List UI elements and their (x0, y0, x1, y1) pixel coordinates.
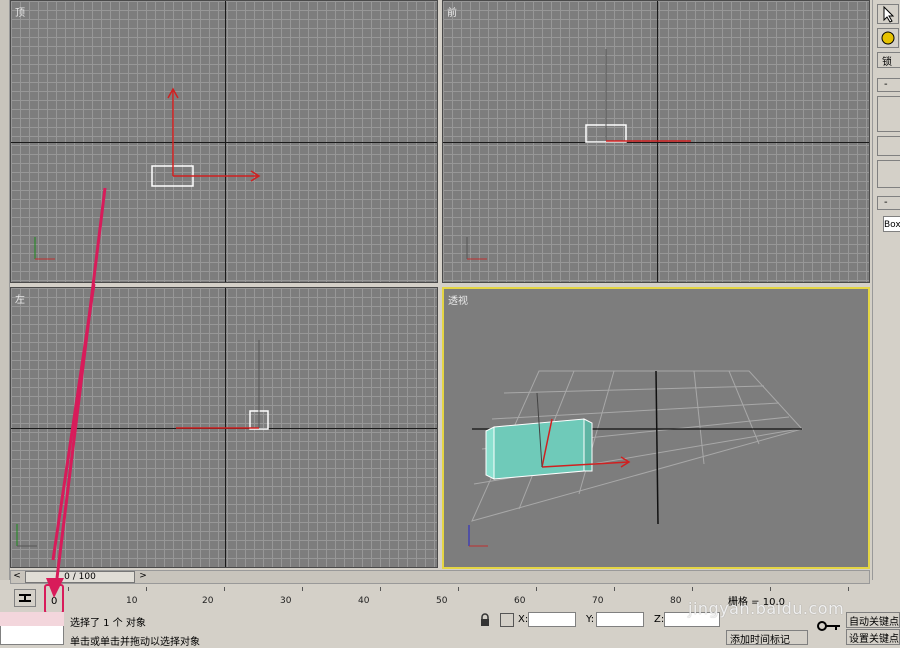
set-key-button[interactable]: 设置关键点 (846, 629, 900, 645)
front-gizmo (466, 49, 691, 260)
key-icon[interactable] (816, 618, 842, 634)
mini-curve-toggle[interactable] (14, 589, 36, 607)
auto-key-button[interactable]: 自动关键点 (846, 612, 900, 628)
frame-zero-box[interactable]: 0 (44, 584, 64, 614)
time-slider-track[interactable]: < 0 / 100 > (10, 570, 870, 584)
x-coordinate-field[interactable] (528, 612, 576, 627)
curve-editor-icon (19, 594, 31, 602)
viewport-left[interactable]: 左 (10, 287, 438, 568)
viewport-top[interactable]: 顶 (10, 0, 438, 283)
top-gizmo (34, 87, 261, 260)
y-coordinate-field[interactable] (596, 612, 644, 627)
selection-status: 选择了 1 个 对象 (70, 618, 146, 629)
add-time-tag-button[interactable]: 添加时间标记 (726, 630, 808, 646)
y-label: Y: (586, 614, 595, 625)
sphere-icon (881, 31, 895, 45)
viewport-perspective[interactable]: 透视 (442, 287, 870, 569)
panel-button-c[interactable] (877, 160, 900, 188)
prompt-line: 单击或单击并拖动以选择对象 (70, 637, 200, 648)
z-label: Z: (654, 614, 665, 625)
left-toolbar-strip (0, 0, 10, 580)
perspective-scene (468, 370, 803, 547)
left-gizmo (16, 340, 269, 547)
absolute-mode-icon[interactable] (500, 613, 514, 627)
time-slider-thumb[interactable]: 0 / 100 (25, 571, 135, 583)
cursor-arrow-icon (883, 5, 895, 23)
rollout-minus-2[interactable]: - (877, 196, 900, 210)
panel-tab-label: 锁 (882, 57, 892, 68)
sphere-tab-button[interactable] (877, 28, 899, 48)
object-name-field[interactable]: Box (883, 216, 900, 232)
rollout-minus-1[interactable]: - (877, 78, 900, 92)
panel-button-a[interactable] (877, 96, 900, 132)
watermark: jingyan.baidu.com (688, 599, 845, 618)
viewport-front[interactable]: 前 (442, 0, 870, 283)
time-slider-prev[interactable]: < (11, 571, 23, 583)
lock-icon[interactable] (478, 613, 492, 627)
time-slider-next[interactable]: > (137, 571, 149, 583)
panel-tab[interactable]: 锁 (877, 52, 900, 68)
panel-button-b[interactable] (877, 136, 900, 156)
x-label: X: (518, 614, 529, 625)
select-arrow-button[interactable] (877, 4, 899, 24)
maxscript-listener-pink (0, 612, 64, 626)
command-panel: 锁 - - Box (872, 0, 900, 580)
